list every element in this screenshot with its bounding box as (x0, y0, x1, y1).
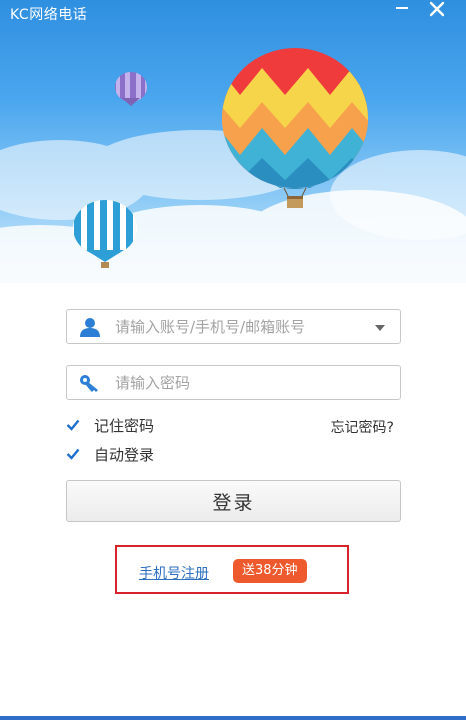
password-input[interactable] (115, 371, 365, 395)
password-field[interactable] (66, 365, 401, 400)
auto-login-option[interactable]: 自动登录 (66, 444, 154, 464)
account-input[interactable] (115, 315, 365, 339)
bottom-border (0, 716, 466, 720)
user-icon (80, 318, 100, 337)
phone-register-link[interactable]: 手机号注册 (139, 563, 209, 583)
balloon-illustration (0, 48, 466, 283)
register-promo-box: 手机号注册 送38分钟 (115, 545, 349, 594)
key-icon (80, 375, 98, 392)
account-field[interactable] (66, 309, 401, 344)
checkmark-icon[interactable] (66, 447, 80, 461)
close-icon (429, 1, 445, 17)
dropdown-arrow-icon[interactable] (374, 324, 386, 332)
remember-password-option[interactable]: 记住密码 (66, 415, 154, 435)
minimize-icon (396, 7, 408, 9)
minimize-button[interactable] (394, 0, 424, 26)
promo-badge: 送38分钟 (233, 559, 307, 583)
close-button[interactable] (428, 0, 458, 26)
forgot-password-link[interactable]: 忘记密码? (331, 417, 394, 437)
checkmark-icon[interactable] (66, 418, 80, 432)
auto-login-label: 自动登录 (94, 445, 155, 464)
window-title: KC网络电话 (10, 7, 88, 23)
header-banner: KC网络电话 (0, 0, 466, 283)
login-button[interactable]: 登录 (66, 480, 401, 522)
remember-password-label: 记住密码 (94, 416, 155, 435)
